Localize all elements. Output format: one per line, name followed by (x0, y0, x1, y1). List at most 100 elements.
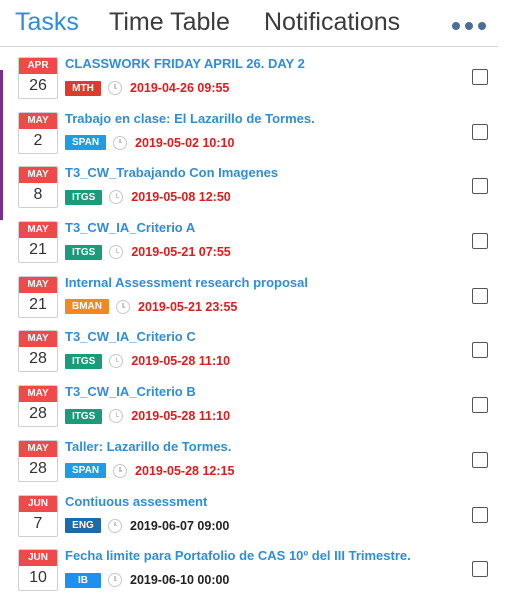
clock-icon (109, 354, 124, 369)
task-meta: ITGS 2019-05-08 12:50 (65, 188, 231, 206)
tab-time-table[interactable]: Time Table (109, 8, 230, 37)
task-checkbox[interactable] (472, 561, 488, 578)
clock-icon (108, 518, 122, 533)
task-title-link[interactable]: CLASSWORK FRIDAY APRIL 26. DAY 2 (65, 56, 305, 71)
calendar-month: MAY (19, 167, 57, 184)
task-title-link[interactable]: T3_CW_Trabajando Con Imagenes (65, 165, 278, 180)
clock-icon (108, 573, 122, 588)
calendar-day: 7 (33, 514, 43, 532)
task-title-link[interactable]: T3_CW_IA_Criterio C (65, 329, 196, 344)
task-title-link[interactable]: Trabajo en clase: El Lazarillo de Tormes… (65, 111, 315, 126)
due-date: 2019-05-28 12:15 (135, 463, 235, 478)
calendar-month: APR (19, 58, 57, 74)
calendar-day: 21 (29, 295, 47, 313)
task-row[interactable]: JUN 10 Fecha limite para Portafolio de C… (0, 540, 512, 595)
task-checkbox[interactable] (472, 123, 488, 140)
calendar-date-icon: MAY 21 (18, 221, 58, 264)
calendar-day: 28 (29, 459, 47, 477)
clock-icon (109, 245, 124, 260)
calendar-month: MAY (19, 222, 57, 239)
due-date: 2019-04-26 09:55 (130, 81, 230, 95)
subject-badge: ITGS (65, 353, 103, 369)
calendar-date-icon: JUN 7 (18, 494, 58, 537)
task-checkbox[interactable] (472, 506, 488, 523)
task-meta: SPAN 2019-05-02 10:10 (65, 134, 234, 152)
calendar-date-icon: MAY 28 (18, 385, 58, 428)
calendar-date-icon: MAY 28 (18, 330, 58, 373)
subject-badge: ITGS (65, 244, 103, 260)
task-row[interactable]: MAY 2 Trabajo en clase: El Lazarillo de … (0, 103, 512, 158)
calendar-date-icon: MAY 21 (18, 275, 58, 318)
task-checkbox[interactable] (472, 287, 488, 304)
due-date: 2019-05-28 11:10 (131, 409, 231, 424)
due-date: 2019-05-21 23:55 (138, 299, 238, 314)
calendar-day: 26 (29, 77, 47, 94)
clock-icon (113, 463, 128, 478)
calendar-month: MAY (19, 386, 57, 403)
task-checkbox[interactable] (472, 233, 488, 250)
subject-badge: SPAN (65, 463, 107, 479)
tab-tasks[interactable]: Tasks (15, 8, 79, 37)
subject-badge: SPAN (65, 135, 107, 151)
subject-badge: BMAN (65, 299, 109, 315)
task-row[interactable]: MAY 21 T3_CW_IA_Criterio A ITGS 2019-05-… (0, 212, 512, 267)
nav-divider (0, 46, 498, 47)
calendar-date-icon: JUN 10 (18, 549, 58, 592)
task-meta: ITGS 2019-05-28 11:10 (65, 407, 230, 425)
tab-notifications[interactable]: Notifications (264, 8, 400, 37)
due-date: 2019-05-21 07:55 (131, 245, 231, 260)
task-row[interactable]: JUN 7 Contiuous assessment ENG 2019-06-0… (0, 486, 512, 541)
subject-badge: MTH (65, 80, 101, 96)
task-meta: BMAN 2019-05-21 23:55 (65, 298, 237, 316)
more-options-icon[interactable] (452, 22, 486, 30)
calendar-day: 10 (29, 569, 47, 587)
calendar-day: 28 (29, 350, 47, 368)
calendar-day: 28 (29, 405, 47, 423)
task-row[interactable]: MAY 28 Taller: Lazarillo de Tormes. SPAN… (0, 431, 512, 486)
clock-icon (109, 409, 124, 424)
task-meta: IB 2019-06-10 00:00 (65, 571, 229, 589)
due-date: 2019-05-08 12:50 (131, 190, 231, 205)
due-date: 2019-05-28 11:10 (131, 354, 231, 369)
clock-icon (108, 81, 122, 95)
calendar-date-icon: MAY 28 (18, 439, 58, 482)
task-meta: MTH 2019-04-26 09:55 (65, 79, 229, 97)
task-row[interactable]: MAY 28 T3_CW_IA_Criterio B ITGS 2019-05-… (0, 376, 512, 431)
task-title-link[interactable]: Fecha limite para Portafolio de CAS 10º … (65, 548, 411, 563)
task-title-link[interactable]: T3_CW_IA_Criterio B (65, 384, 196, 399)
task-meta: SPAN 2019-05-28 12:15 (65, 462, 234, 480)
task-title-link[interactable]: T3_CW_IA_Criterio A (65, 220, 195, 235)
task-checkbox[interactable] (472, 178, 488, 195)
subject-badge: ITGS (65, 408, 103, 424)
task-title-link[interactable]: Contiuous assessment (65, 494, 207, 509)
task-meta: ITGS 2019-05-21 07:55 (65, 243, 231, 261)
subject-badge: ITGS (65, 189, 103, 205)
subject-badge: IB (65, 572, 101, 588)
task-checkbox[interactable] (472, 342, 488, 359)
task-title-link[interactable]: Taller: Lazarillo de Tormes. (65, 439, 231, 454)
top-nav: Tasks Time Table Notifications (0, 0, 512, 48)
task-checkbox[interactable] (472, 451, 488, 468)
calendar-day: 2 (33, 131, 43, 149)
task-row[interactable]: MAY 8 T3_CW_Trabajando Con Imagenes ITGS… (0, 157, 512, 212)
calendar-month: MAY (19, 112, 57, 129)
calendar-month: JUN (19, 550, 57, 567)
subject-badge: ENG (65, 518, 101, 533)
due-date: 2019-05-02 10:10 (135, 135, 235, 150)
task-meta: ITGS 2019-05-28 11:10 (65, 352, 230, 370)
calendar-date-icon: MAY 2 (18, 111, 58, 154)
task-row[interactable]: MAY 21 Internal Assessment research prop… (0, 267, 512, 322)
task-list: APR 26 CLASSWORK FRIDAY APRIL 26. DAY 2 … (0, 48, 512, 595)
task-row[interactable]: APR 26 CLASSWORK FRIDAY APRIL 26. DAY 2 … (0, 48, 512, 103)
clock-icon (116, 299, 130, 314)
calendar-month: JUN (19, 495, 57, 512)
calendar-month: MAY (19, 276, 57, 293)
calendar-date-icon: APR 26 (18, 57, 58, 99)
task-checkbox[interactable] (472, 397, 488, 414)
task-meta: ENG 2019-06-07 09:00 (65, 517, 229, 535)
calendar-day: 8 (33, 186, 43, 204)
task-title-link[interactable]: Internal Assessment research proposal (65, 275, 308, 290)
task-checkbox[interactable] (472, 69, 488, 85)
task-row[interactable]: MAY 28 T3_CW_IA_Criterio C ITGS 2019-05-… (0, 321, 512, 376)
due-date: 2019-06-10 00:00 (130, 573, 230, 588)
